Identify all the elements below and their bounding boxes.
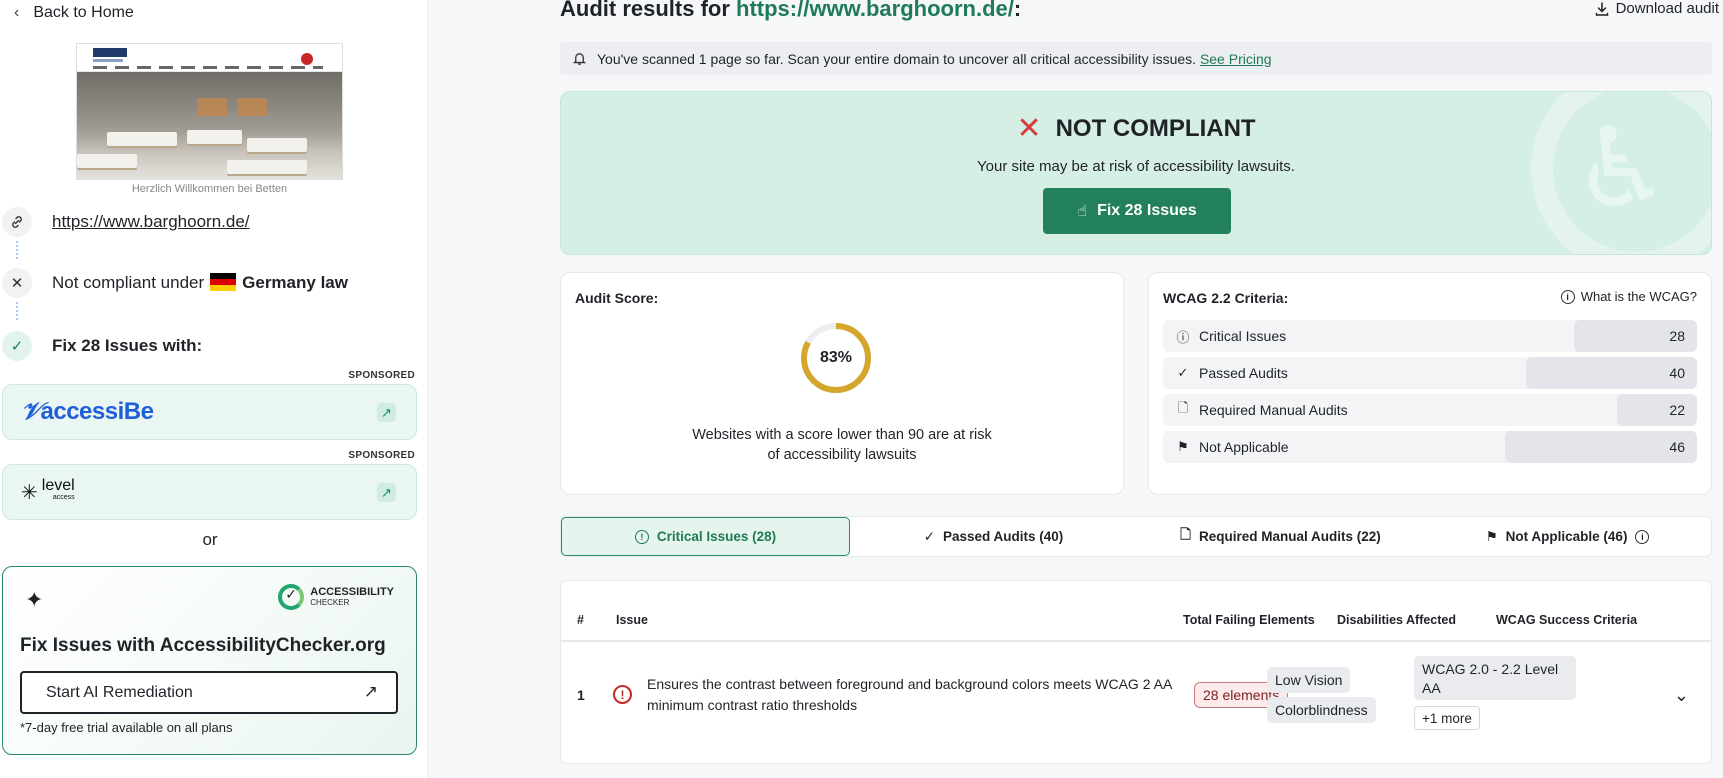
download-audit-button[interactable]: Download audit [1594,0,1719,17]
compliance-law: Germany law [242,273,348,292]
issues-table: # Issue Total Failing Elements Disabilit… [560,580,1712,764]
criteria-row-passed: ✓ Passed Audits 40 [1163,357,1697,389]
alert-circle-icon: ⓘ [1176,329,1190,345]
criteria-count: 22 [1669,402,1685,418]
fix-with-label: Fix 28 Issues with: [52,336,203,355]
column-header-disabilities: Disabilities Affected [1337,613,1457,627]
or-divider: or [202,530,218,549]
fix-issues-button[interactable]: ☝ Fix 28 Issues [1043,188,1231,234]
header-divider [561,640,1711,642]
step-connector [16,241,18,259]
wcag-criteria-title: WCAG 2.2 Criteria: [1163,290,1289,306]
tab-not-applicable[interactable]: ⚑ Not Applicable (46) i [1424,517,1711,556]
tab-passed-audits[interactable]: ✓ Passed Audits (40) [850,517,1137,556]
sparkle-icon: ✦ [25,587,44,612]
sponsor-level-access-card[interactable]: ✳ level access ↗ [2,464,417,520]
accessibility-checker-logo: ACCESSIBILITY CHECKER [278,584,394,610]
bell-icon [572,53,587,65]
column-header-failing-elements: Total Failing Elements [1183,613,1315,627]
disability-badge: Low Vision [1267,667,1351,693]
close-icon: ✕ [2,268,32,298]
germany-flag-icon [210,273,237,291]
info-icon[interactable]: i [1635,529,1650,544]
compliance-status-label: NOT COMPLIANT [1055,115,1256,142]
chevron-left-icon: ‹ [14,4,20,21]
flag-icon: ⚑ [1485,528,1498,544]
check-icon: ✓ [923,528,935,544]
start-ai-remediation-button[interactable]: Start AI Remediation ↗ [20,671,398,714]
criteria-bar [1504,431,1697,463]
link-icon [2,207,32,237]
criteria-count: 40 [1669,365,1685,381]
what-is-wcag-link[interactable]: i What is the WCAG? [1560,289,1697,304]
step-url: https://www.barghoorn.de/ [0,207,250,237]
results-tabs: ! Critical Issues (28) ✓ Passed Audits (… [560,516,1712,557]
ac-card-title: Fix Issues with AccessibilityChecker.org [20,635,386,656]
alert-circle-icon: ! [613,685,632,704]
column-header-wcag-criteria: WCAG Success Criteria [1496,613,1638,627]
compliance-status-box: ♿ ✕ NOT COMPLIANT Your site may be at ri… [560,91,1712,255]
external-link-icon: ↗ [377,403,396,422]
alert-circle-icon: ! [634,529,649,544]
criteria-count: 46 [1669,439,1685,455]
scan-limit-banner: You've scanned 1 page so far. Scan your … [560,42,1712,75]
site-screenshot-thumbnail [76,43,343,180]
trial-note: *7-day free trial available on all plans [20,720,233,735]
chevron-down-icon[interactable]: ⌄ [1674,685,1689,706]
hand-pointer-icon: ☝ [1077,203,1088,220]
external-link-icon: ↗ [377,483,396,502]
disability-badge: Colorblindness [1267,697,1376,723]
score-note: Websites with a score lower than 90 are … [692,427,992,463]
info-icon: i [1560,289,1575,304]
document-icon: 🗋 [1177,400,1189,415]
step-compliance: ✕ Not compliant under Germany law [0,268,348,298]
back-label: Back to Home [33,4,134,21]
back-to-home-link[interactable]: ‹ Back to Home [14,2,134,24]
level-access-logo: ✳ level access [21,477,75,504]
tab-required-manual-audits[interactable]: 🗋 Required Manual Audits (22) [1137,517,1424,556]
criteria-row-not-applicable: ⚑ Not Applicable 46 [1163,431,1697,463]
flag-icon: ⚑ [1177,439,1189,454]
page-title: Audit results for https://www.barghoorn.… [560,0,1021,22]
score-value: 83% [819,349,853,366]
audit-score-card: Audit Score: 83% Websites with a score l… [560,272,1124,495]
check-icon: ✓ [2,331,32,361]
wcag-criteria-badge: WCAG 2.0 - 2.2 Level AA [1414,656,1576,700]
sponsor-accessibe-card[interactable]: 𝒱accessiBe ↗ [2,384,417,440]
audit-score-title: Audit Score: [575,290,659,306]
step-fix: ✓ Fix 28 Issues with: [0,331,202,361]
sidebar: ‹ Back to Home Herzlich Willkommen bei B… [0,0,428,778]
main-content: Audit results for https://www.barghoorn.… [429,0,1723,778]
document-icon: 🗋 [1180,527,1192,542]
wcag-criteria-card: WCAG 2.2 Criteria: i What is the WCAG? ⓘ… [1148,272,1712,495]
check-icon: ✓ [1177,365,1189,380]
thumbnail-caption: Herzlich Willkommen bei Betten [131,183,288,193]
step-connector [16,302,18,320]
sponsored-label: SPONSORED [348,370,415,381]
arrow-up-right-icon: ↗ [363,682,378,701]
row-number: 1 [577,687,585,703]
criteria-count: 28 [1669,328,1685,344]
accessibe-logo: 𝒱accessiBe [21,398,154,425]
issue-description: Ensures the contrast between foreground … [647,676,1172,713]
criteria-row-manual: 🗋 Required Manual Audits 22 [1163,394,1697,426]
sponsored-label: SPONSORED [348,450,415,461]
criteria-row-critical: ⓘ Critical Issues 28 [1163,320,1697,352]
compliance-prefix: Not compliant under [52,273,205,292]
column-header-number: # [577,613,584,627]
site-url-link[interactable]: https://www.barghoorn.de/ [52,212,250,232]
banner-text: You've scanned 1 page so far. Scan your … [597,50,1197,67]
more-criteria-button[interactable]: +1 more [1414,706,1480,730]
download-icon [1595,1,1608,16]
close-icon: ✕ [1016,112,1042,145]
column-header-issue: Issue [616,613,648,627]
see-pricing-link[interactable]: See Pricing [1200,51,1272,67]
audited-url: https://www.barghoorn.de/ [736,0,1014,21]
accessibility-checker-card: ✦ ACCESSIBILITY CHECKER Fix Issues with … [2,566,417,755]
compliance-status-subtext: Your site may be at risk of accessibilit… [977,158,1295,175]
tab-critical-issues[interactable]: ! Critical Issues (28) [561,517,850,556]
